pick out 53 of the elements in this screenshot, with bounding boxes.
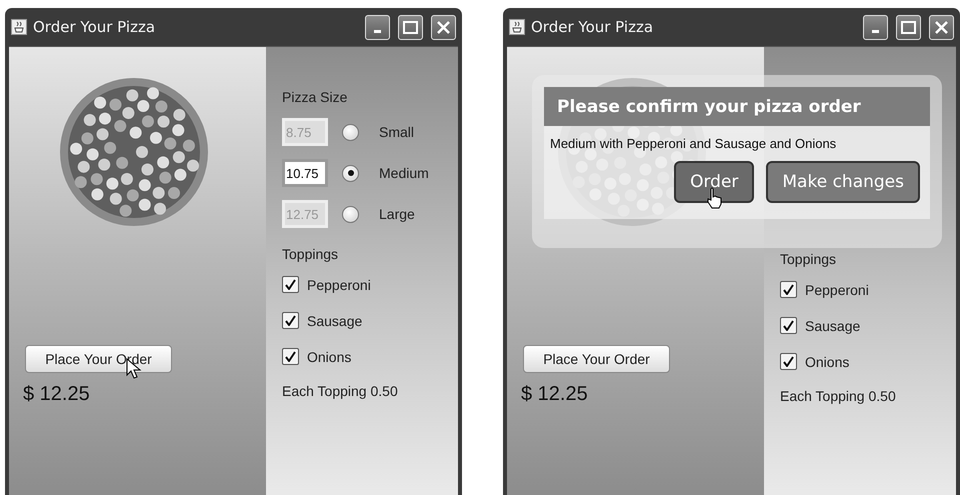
topping-label: Sausage: [307, 312, 362, 328]
topping-note: Each Topping 0.50: [780, 388, 897, 404]
window-title: Order Your Pizza: [531, 18, 654, 36]
size-label: Small: [379, 124, 414, 140]
total-price: $ 12.25: [521, 383, 588, 406]
coffee-cup-icon: [509, 19, 525, 35]
close-button[interactable]: [929, 14, 954, 40]
topping-label: Pepperoni: [805, 282, 869, 298]
window-title: Order Your Pizza: [33, 18, 156, 36]
checkbox[interactable]: [780, 317, 797, 334]
coffee-cup-icon: [11, 19, 27, 35]
checkbox[interactable]: [282, 348, 299, 365]
minimize-icon: [872, 30, 879, 32]
place-order-button[interactable]: Place Your Order: [523, 345, 670, 373]
checkmark-icon: [285, 351, 296, 362]
checkmark-icon: [783, 284, 794, 295]
total-price: $ 12.25: [23, 383, 90, 406]
close-button[interactable]: [431, 14, 456, 40]
dialog-title: Please confirm your pizza order: [544, 87, 930, 126]
minimize-button[interactable]: [365, 14, 390, 40]
close-icon: [436, 20, 451, 34]
checkmark-icon: [783, 356, 794, 367]
topping-note: Each Topping 0.50: [282, 383, 399, 399]
checkmark-icon: [783, 320, 794, 331]
radio-button[interactable]: [342, 206, 359, 222]
price-field[interactable]: 10.75: [282, 159, 328, 187]
radio-button[interactable]: [342, 124, 359, 140]
checkbox[interactable]: [282, 312, 299, 329]
topping-label: Onions: [805, 354, 850, 370]
minimize-icon: [374, 30, 381, 32]
topping-label: Onions: [307, 348, 352, 364]
section-label: Toppings: [780, 251, 838, 267]
dialog-message: Medium with Pepperoni and Sausage and Onions: [550, 136, 838, 151]
checkbox[interactable]: [780, 353, 797, 370]
section-label: Pizza Size: [282, 89, 348, 105]
checkmark-icon: [285, 315, 296, 326]
dialog-button[interactable]: Make changes: [766, 161, 920, 203]
close-icon: [934, 20, 949, 34]
maximize-icon: [901, 20, 916, 34]
minimize-button[interactable]: [863, 14, 888, 40]
size-label: Medium: [379, 165, 429, 181]
topping-label: Sausage: [805, 318, 860, 334]
hand-cursor-icon: [706, 187, 724, 209]
maximize-icon: [403, 20, 418, 34]
checkbox[interactable]: [282, 276, 299, 293]
topping-label: Pepperoni: [307, 276, 371, 292]
maximize-button[interactable]: [896, 14, 921, 40]
size-label: Large: [379, 206, 415, 222]
radio-button[interactable]: [342, 164, 359, 182]
section-label: Toppings: [282, 246, 340, 262]
checkbox[interactable]: [780, 281, 797, 298]
maximize-button[interactable]: [398, 14, 423, 40]
checkmark-icon: [285, 279, 296, 290]
